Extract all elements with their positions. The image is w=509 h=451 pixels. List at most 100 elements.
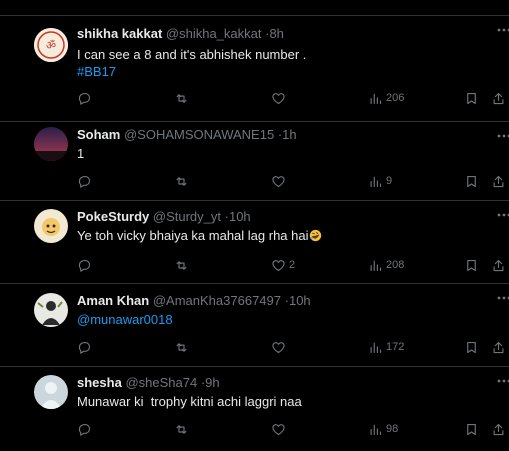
reply-icon xyxy=(78,341,91,354)
like-button[interactable] xyxy=(271,338,286,356)
tweet-header: Aman Khan @AmanKha37667497 ·10h xyxy=(77,293,311,309)
handle[interactable]: @SOHAMSONAWANE15 xyxy=(124,127,274,142)
avatar-shikha-image: ॐ xyxy=(34,28,68,62)
tweet-aman[interactable]: Aman Khan @AmanKha37667497 ·10h @munawar… xyxy=(0,284,509,367)
action-bar: 2 208 xyxy=(0,256,509,274)
avatar[interactable] xyxy=(34,209,68,243)
like-button[interactable]: 2 xyxy=(271,256,295,274)
tweet-text-line: I can see a 8 and it's abhishek number . xyxy=(77,47,307,62)
retweet-button[interactable] xyxy=(174,420,189,438)
views-button[interactable]: 9 xyxy=(368,172,392,190)
bookmark-button[interactable] xyxy=(464,172,479,190)
views-button[interactable]: 208 xyxy=(368,256,404,274)
reply-button[interactable] xyxy=(77,172,92,190)
tweet-header: shesha @sheSha74 ·9h xyxy=(77,375,220,391)
like-button[interactable] xyxy=(271,89,286,107)
views-button[interactable]: 206 xyxy=(368,89,404,107)
views-button[interactable]: 172 xyxy=(368,338,404,356)
views-count: 208 xyxy=(386,259,405,271)
handle[interactable]: @sheSha74 xyxy=(125,375,197,390)
reply-button[interactable] xyxy=(77,89,92,107)
avatar[interactable] xyxy=(34,127,68,161)
avatar[interactable] xyxy=(34,293,68,327)
action-bar: 206 xyxy=(0,89,509,107)
tweet-header: PokeSturdy @Sturdy_yt ·10h xyxy=(77,209,251,225)
action-bar: 172 xyxy=(0,338,509,356)
share-icon xyxy=(493,92,504,104)
timestamp[interactable]: 9h xyxy=(205,375,219,390)
display-name[interactable]: Aman Khan xyxy=(77,293,149,308)
bookmark-button[interactable] xyxy=(464,420,479,438)
share-button[interactable] xyxy=(491,172,506,190)
tweet-text-line: 1 xyxy=(77,146,85,161)
share-button[interactable] xyxy=(491,256,506,274)
bookmark-icon xyxy=(467,259,476,271)
heart-icon xyxy=(272,341,285,353)
display-name[interactable]: PokeSturdy xyxy=(77,209,149,224)
retweet-button[interactable] xyxy=(174,256,189,274)
more-icon[interactable] xyxy=(495,207,509,223)
tweet-text: I can see a 8 and it's abhishek number .… xyxy=(77,46,306,80)
mention-link[interactable]: @munawar0018 xyxy=(77,312,173,327)
retweet-button[interactable] xyxy=(174,338,189,356)
more-icon[interactable] xyxy=(495,290,509,306)
bookmark-button[interactable] xyxy=(464,256,479,274)
handle[interactable]: @Sturdy_yt xyxy=(153,209,221,224)
tweet-text-line: Munawar ki trophy kitni achi laggri naa xyxy=(77,394,302,409)
reply-button[interactable] xyxy=(77,420,92,438)
bookmark-icon xyxy=(467,423,476,435)
avatar[interactable]: ॐ xyxy=(34,28,68,62)
display-name[interactable]: shesha xyxy=(77,375,122,390)
hashtag-link[interactable]: #BB17 xyxy=(77,63,306,80)
rolling-laughing-emoji xyxy=(309,229,321,242)
timestamp[interactable]: 10h xyxy=(289,293,311,308)
more-icon[interactable] xyxy=(495,128,509,144)
views-count: 9 xyxy=(386,175,393,187)
retweet-button[interactable] xyxy=(174,89,189,107)
share-icon xyxy=(493,175,504,187)
tweet-shikha[interactable]: ॐ shikha kakkat @shikha_kakkat ·8h I can… xyxy=(0,16,509,122)
timestamp[interactable]: 1h xyxy=(282,127,296,142)
share-button[interactable] xyxy=(491,89,506,107)
views-icon xyxy=(370,342,382,353)
handle[interactable]: @AmanKha37667497 xyxy=(153,293,281,308)
reply-icon xyxy=(78,259,91,272)
display-name[interactable]: shikha kakkat xyxy=(77,26,162,41)
handle[interactable]: @shikha_kakkat xyxy=(166,26,262,41)
share-button[interactable] xyxy=(491,338,506,356)
tweet-text: @munawar0018 xyxy=(77,311,173,328)
tweet-header: Soham @SOHAMSONAWANE15 ·1h xyxy=(77,127,297,143)
tweet-pokesturdy[interactable]: PokeSturdy @Sturdy_yt ·10h Ye toh vicky … xyxy=(0,201,509,284)
like-button[interactable] xyxy=(271,420,286,438)
views-button[interactable]: 98 xyxy=(368,420,398,438)
tweet-shesha[interactable]: shesha @sheSha74 ·9h Munawar ki trophy k… xyxy=(0,367,509,451)
svg-text:ॐ: ॐ xyxy=(46,39,56,52)
views-count: 98 xyxy=(386,423,399,435)
views-count: 172 xyxy=(386,341,405,353)
views-icon xyxy=(370,176,382,187)
heart-icon xyxy=(272,175,285,187)
like-button[interactable] xyxy=(271,172,286,190)
reply-button[interactable] xyxy=(77,338,92,356)
tweet-soham[interactable]: Soham @SOHAMSONAWANE15 ·1h 1 9 xyxy=(0,122,509,201)
bookmark-icon xyxy=(467,175,476,187)
tweet-text: 1 xyxy=(77,145,84,162)
more-icon[interactable] xyxy=(495,373,509,389)
action-bar: 98 xyxy=(0,420,509,438)
heart-icon xyxy=(272,92,285,104)
retweet-button[interactable] xyxy=(174,172,189,190)
bookmark-button[interactable] xyxy=(464,89,479,107)
share-button[interactable] xyxy=(491,420,506,438)
bookmark-icon xyxy=(467,92,476,104)
retweet-icon xyxy=(176,424,187,434)
more-icon[interactable] xyxy=(495,22,509,38)
share-icon xyxy=(493,259,504,271)
tweet-text-line: Ye toh vicky bhaiya ka mahal lag rha hai xyxy=(77,228,309,243)
bookmark-icon xyxy=(467,341,476,353)
bookmark-button[interactable] xyxy=(464,338,479,356)
display-name[interactable]: Soham xyxy=(77,127,120,142)
timestamp[interactable]: 8h xyxy=(269,26,283,41)
avatar[interactable] xyxy=(34,375,68,409)
timestamp[interactable]: 10h xyxy=(229,209,251,224)
reply-button[interactable] xyxy=(77,256,92,274)
